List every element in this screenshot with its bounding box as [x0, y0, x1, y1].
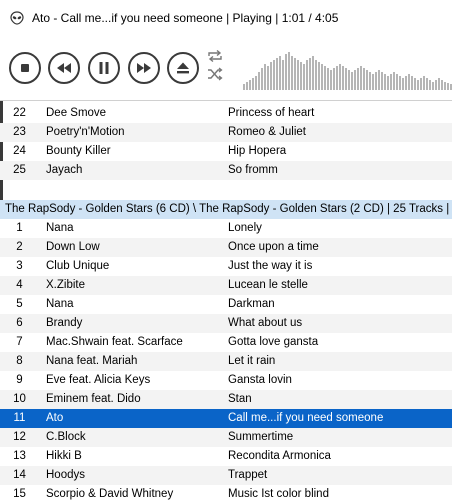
track-row[interactable]: 12 C.Block Summertime [0, 428, 452, 447]
track-row[interactable]: 11 Ato Call me...if you need someone [0, 409, 452, 428]
track-number: 14 [13, 469, 26, 481]
track-number: 4 [16, 279, 23, 291]
track-title: Gotta love gansta [228, 336, 319, 348]
track-artist: Club Unique [46, 260, 110, 272]
track-artist: Eminem feat. Dido [46, 393, 141, 405]
track-number: 1 [16, 222, 23, 234]
track-row[interactable]: 4 X.Zibite Lucean le stelle [0, 276, 452, 295]
track-row[interactable]: 15 Scorpio & David Whitney Music Ist color… [0, 485, 452, 502]
eject-icon [177, 62, 189, 74]
track-artist: Poetry'n'Motion [46, 126, 125, 138]
track-artist: Mac.Shwain feat. Scarface [46, 336, 183, 348]
track-artist: Scorpio & David Whitney [46, 488, 174, 500]
track-artist: Hikki B [46, 450, 82, 462]
track-number: 5 [16, 298, 23, 310]
track-row[interactable]: 22 Dee Smove Princess of heart [0, 104, 452, 123]
track-title: Gansta lovin [228, 374, 292, 386]
pause-icon [99, 62, 109, 74]
track-title: Call me...if you need someone [228, 412, 384, 424]
track-artist: Nana [46, 298, 74, 310]
next-icon [137, 63, 151, 73]
track-title: Music Ist color blind [228, 488, 329, 500]
track-row[interactable]: 25 Jayach So fromm [0, 161, 452, 180]
track-number: 12 [13, 431, 26, 443]
track-title: Lonely [228, 222, 262, 234]
track-number: 6 [16, 317, 23, 329]
track-title: Once upon a time [228, 241, 319, 253]
track-number: 15 [13, 488, 26, 500]
track-row[interactable]: 5 Nana Darkman [0, 295, 452, 314]
track-artist: Nana feat. Mariah [46, 355, 138, 367]
track-artist: X.Zibite [46, 279, 85, 291]
track-row[interactable]: 10 Eminem feat. Dido Stan [0, 390, 452, 409]
track-title: Summertime [228, 431, 294, 443]
previous-icon [57, 63, 71, 73]
track-artist: Jayach [46, 164, 83, 176]
track-number: 2 [16, 241, 23, 253]
track-artist: Down Low [46, 241, 100, 253]
track-number: 25 [13, 164, 26, 176]
track-row[interactable]: 14 Hoodys Trappet [0, 466, 452, 485]
track-number: 23 [13, 126, 26, 138]
shuffle-icon [208, 67, 223, 81]
track-artist: Bounty Killer [46, 145, 111, 157]
window-title: Ato - Call me...if you need someone | Pl… [32, 11, 339, 25]
track-title: What about us [228, 317, 303, 329]
track-artist: C.Block [46, 431, 86, 443]
track-number: 8 [16, 355, 23, 367]
track-row[interactable]: 24 Bounty Killer Hip Hopera [0, 142, 452, 161]
track-title: So fromm [228, 164, 278, 176]
track-number: 10 [13, 393, 26, 405]
alien-logo-icon [9, 10, 25, 26]
stop-button[interactable] [9, 52, 41, 84]
stop-icon [21, 64, 29, 72]
track-row[interactable]: 13 Hikki B Recondita Armonica [0, 447, 452, 466]
track-number: 13 [13, 450, 26, 462]
track-title: Darkman [228, 298, 275, 310]
track-artist: Nana [46, 222, 74, 234]
track-title: Lucean le stelle [228, 279, 308, 291]
track-title: Let it rain [228, 355, 276, 367]
pause-button[interactable] [88, 52, 120, 84]
track-row[interactable]: 8 Nana feat. Mariah Let it rain [0, 352, 452, 371]
shuffle-button[interactable] [206, 66, 224, 82]
track-title: Recondita Armonica [228, 450, 331, 462]
track-title: Stan [228, 393, 252, 405]
track-artist: Hoodys [46, 469, 85, 481]
track-row[interactable]: 1 Nana Lonely [0, 219, 452, 238]
track-title: Trappet [228, 469, 268, 481]
track-row[interactable]: 3 Club Unique Just the way it is [0, 257, 452, 276]
repeat-icon [208, 49, 222, 63]
track-number: 24 [13, 145, 26, 157]
eject-button[interactable] [167, 52, 199, 84]
track-row[interactable]: 23 Poetry'n'Motion Romeo & Juliet [0, 123, 452, 142]
track-row[interactable]: 9 Eve feat. Alicia Keys Gansta lovin [0, 371, 452, 390]
repeat-button[interactable] [206, 48, 224, 64]
track-number: 7 [16, 336, 23, 348]
track-row[interactable]: 7 Mac.Shwain feat. Scarface Gotta love gan… [0, 333, 452, 352]
track-number: 3 [16, 260, 23, 272]
track-number: 9 [16, 374, 23, 386]
playlist-panel: 22 Dee Smove Princess of heart 23 Poetry'n'M… [0, 100, 452, 502]
spectrum-visualizer [243, 48, 452, 90]
track-number: 11 [13, 412, 26, 424]
track-artist: Dee Smove [46, 107, 107, 119]
track-title: Romeo & Juliet [228, 126, 306, 138]
title-bar: Ato - Call me...if you need someone | Pl… [0, 0, 452, 36]
track-row[interactable]: 6 Brandy What about us [0, 314, 452, 333]
track-title: Just the way it is [228, 260, 313, 272]
track-artist: Brandy [46, 317, 83, 329]
next-button[interactable] [128, 52, 160, 84]
track-artist: Ato [46, 412, 64, 424]
album-group-header[interactable]: The RapSody - Golden Stars (6 CD) \ The … [0, 200, 452, 219]
track-number: 22 [13, 107, 26, 119]
track-title: Princess of heart [228, 107, 315, 119]
previous-button[interactable] [48, 52, 80, 84]
track-row[interactable]: 2 Down Low Once upon a time [0, 238, 452, 257]
track-artist: Eve feat. Alicia Keys [46, 374, 151, 386]
track-title: Hip Hopera [228, 145, 287, 157]
